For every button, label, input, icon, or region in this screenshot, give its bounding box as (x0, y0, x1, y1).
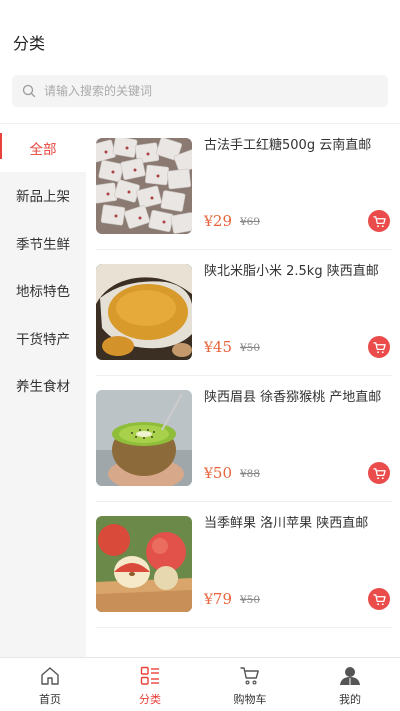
tab-label: 我的 (339, 693, 361, 706)
sidebar-item-dried-goods[interactable]: 干货特产 (0, 314, 86, 362)
home-icon (39, 665, 61, 687)
add-to-cart-button[interactable] (368, 462, 390, 484)
search-icon (22, 84, 36, 98)
product-image-apple[interactable] (96, 516, 192, 612)
tab-cart[interactable]: 购物车 (200, 658, 300, 711)
tab-category[interactable]: 分类 (100, 658, 200, 711)
product-price: ¥79 (204, 590, 232, 608)
product-card[interactable]: 古法手工红糖500g 云南直邮 ¥29 ¥69 (96, 124, 392, 250)
price-value: 79 (212, 590, 233, 608)
cart-icon (372, 593, 386, 605)
product-list: 古法手工红糖500g 云南直邮 ¥29 ¥69 陕北米脂小米 2.5kg 陕西直… (86, 124, 400, 657)
currency-symbol: ¥ (204, 592, 213, 608)
sidebar-item-new[interactable]: 新品上架 (0, 172, 86, 220)
category-sidebar: 全部 新品上架 季节生鲜 地标特色 干货特产 养生食材 (0, 124, 86, 657)
price-value: 29 (212, 212, 233, 230)
original-price: ¥69 (240, 216, 261, 228)
original-price: ¥50 (240, 594, 261, 606)
bottom-tab-bar: 首页 分类 购物车 我的 (0, 657, 400, 711)
currency-symbol: ¥ (204, 214, 213, 230)
product-card[interactable]: 陕西眉县 徐香猕猴桃 产地直邮 ¥50 ¥88 (96, 376, 392, 502)
tab-label: 购物车 (233, 693, 267, 706)
category-icon (139, 665, 161, 687)
price-value: 50 (212, 464, 233, 482)
header: 分类 (0, 0, 400, 70)
sidebar-item-label: 新品上架 (16, 189, 70, 206)
currency-symbol: ¥ (204, 340, 213, 356)
product-price: ¥29 (204, 212, 232, 230)
search-bar[interactable] (12, 75, 388, 107)
product-image-kiwi[interactable] (96, 390, 192, 486)
product-price: ¥50 (204, 464, 232, 482)
sidebar-item-health-food[interactable]: 养生食材 (0, 362, 86, 410)
product-price: ¥45 (204, 338, 232, 356)
add-to-cart-button[interactable] (368, 210, 390, 232)
sidebar-item-label: 季节生鲜 (16, 236, 70, 253)
add-to-cart-button[interactable] (368, 336, 390, 358)
sidebar-item-label: 全部 (29, 141, 57, 158)
tab-home[interactable]: 首页 (0, 658, 100, 711)
product-name[interactable]: 陕西眉县 徐香猕猴桃 产地直邮 (204, 388, 390, 408)
search-input[interactable] (44, 84, 364, 98)
user-icon (339, 665, 361, 687)
cart-icon (372, 215, 386, 227)
page-title: 分类 (13, 34, 46, 53)
currency-symbol: ¥ (204, 466, 213, 482)
tab-label: 首页 (39, 693, 61, 706)
product-card[interactable]: 陕北米脂小米 2.5kg 陕西直邮 ¥45 ¥50 (96, 250, 392, 376)
product-name[interactable]: 古法手工红糖500g 云南直邮 (204, 136, 390, 156)
product-name[interactable]: 陕北米脂小米 2.5kg 陕西直邮 (204, 262, 390, 282)
sidebar-item-label: 干货特产 (16, 331, 70, 348)
cart-icon (372, 341, 386, 353)
sidebar-item-seasonal-fresh[interactable]: 季节生鲜 (0, 219, 86, 267)
sidebar-item-label: 地标特色 (16, 284, 70, 301)
original-price: ¥88 (240, 468, 261, 480)
tab-label: 分类 (139, 693, 161, 706)
product-image-brown-sugar[interactable] (96, 138, 192, 234)
tab-profile[interactable]: 我的 (300, 658, 400, 711)
product-image-millet[interactable] (96, 264, 192, 360)
sidebar-item-label: 养生食材 (16, 379, 70, 396)
add-to-cart-button[interactable] (368, 588, 390, 610)
price-value: 45 (212, 338, 233, 356)
product-card[interactable]: 当季鲜果 洛川苹果 陕西直邮 ¥79 ¥50 (96, 502, 392, 628)
product-name[interactable]: 当季鲜果 洛川苹果 陕西直邮 (204, 514, 390, 534)
cart-icon (239, 665, 261, 687)
sidebar-item-landmark-specialty[interactable]: 地标特色 (0, 267, 86, 315)
cart-icon (372, 467, 386, 479)
sidebar-item-all[interactable]: 全部 (0, 124, 86, 172)
original-price: ¥50 (240, 342, 261, 354)
